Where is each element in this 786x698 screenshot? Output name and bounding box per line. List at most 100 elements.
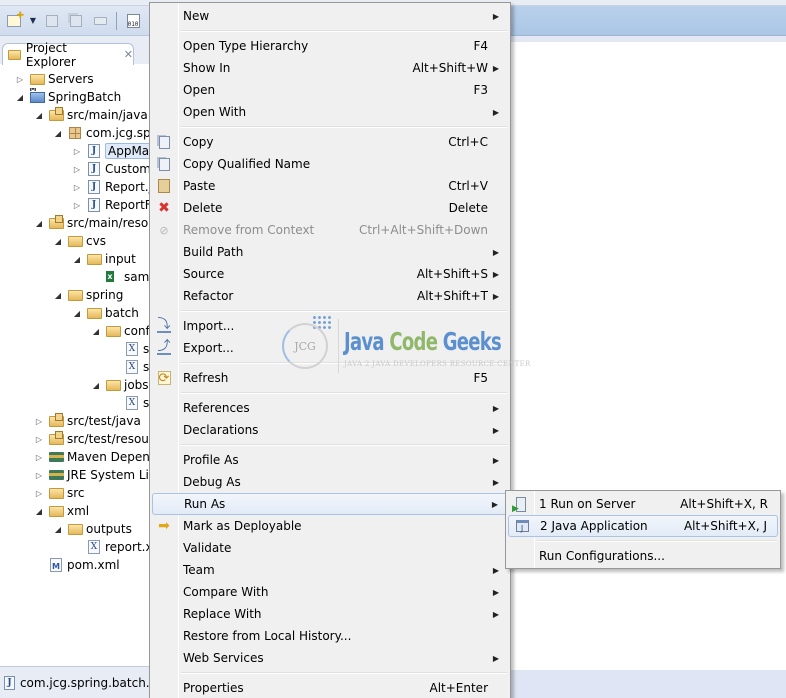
tree-item[interactable]: Mpom.xml <box>33 556 120 574</box>
export-icon-glyph: ⤴ <box>157 339 171 355</box>
tab-project-explorer[interactable]: Project Explorer ✕ <box>2 41 134 69</box>
tree-item[interactable]: ▷ J Custom <box>71 160 151 178</box>
expanded-twisty-icon[interactable]: ◢ <box>52 237 64 246</box>
tree-item[interactable]: ▷ J ReportF <box>71 196 152 214</box>
context-menu-item-copy[interactable]: Copy Ctrl+C <box>152 131 508 153</box>
tree-item[interactable]: ◢ outputs <box>52 520 132 538</box>
context-menu-item-declarations[interactable]: Declarations ▶ <box>152 419 508 441</box>
tree-item[interactable]: ◢ xml <box>33 502 89 520</box>
save-button[interactable] <box>42 11 62 31</box>
tree-item[interactable]: ▷ J Report.j <box>71 178 152 196</box>
expanded-twisty-icon[interactable]: ◢ <box>90 381 102 390</box>
collapsed-twisty-icon[interactable]: ▷ <box>33 489 45 498</box>
collapsed-twisty-icon[interactable]: ▷ <box>33 471 45 480</box>
tree-item[interactable]: Xs <box>109 394 149 412</box>
collapsed-twisty-icon[interactable]: ▷ <box>33 453 45 462</box>
context-menu-item-refactor[interactable]: Refactor Alt+Shift+T ▶ <box>152 285 508 307</box>
collapsed-twisty-icon[interactable]: ▷ <box>71 147 83 156</box>
context-menu-item-copy-qualified-name[interactable]: Copy Qualified Name <box>152 153 508 175</box>
tree-item[interactable]: ◢ cvs <box>52 232 106 250</box>
context-menu-item-run-as[interactable]: Run As ▶ <box>152 493 508 515</box>
expanded-twisty-icon[interactable]: ◢ <box>33 219 45 228</box>
context-menu-item-debug-as[interactable]: Debug As ▶ <box>152 471 508 493</box>
tree-item[interactable]: ▷ Servers <box>14 70 94 88</box>
context-menu-item-import[interactable]: ⤵ Import... <box>152 315 508 337</box>
collapsed-twisty-icon[interactable]: ▷ <box>33 435 45 444</box>
expanded-twisty-icon[interactable]: ◢ <box>14 93 26 102</box>
context-menu-item-compare-with[interactable]: Compare With ▶ <box>152 581 508 603</box>
context-menu-item-delete[interactable]: ✖ Delete Delete <box>152 197 508 219</box>
new-wizard-button[interactable]: ✚ <box>4 11 24 31</box>
tree-item[interactable]: ▷ Maven Depend <box>33 448 158 466</box>
context-menu-item-refresh[interactable]: ⟳ Refresh F5 <box>152 367 508 389</box>
tree-item[interactable]: ◢ com.jcg.spr <box>52 124 156 142</box>
tree-item[interactable]: Xs <box>109 340 149 358</box>
run-as-item-1-run-on-server[interactable]: ▶ 1 Run on Server Alt+Shift+X, R <box>508 493 778 515</box>
menu-item-shortcut: Alt+Enter <box>429 681 488 695</box>
expanded-twisty-icon[interactable]: ◢ <box>71 255 83 264</box>
expanded-twisty-icon[interactable]: ◢ <box>71 309 83 318</box>
context-menu-item-build-path[interactable]: Build Path ▶ <box>152 241 508 263</box>
tree-item[interactable]: Xs <box>109 358 149 376</box>
tree-item[interactable]: ◢ src/main/resou <box>33 214 156 232</box>
context-menu-item-export[interactable]: ⤴ Export... <box>152 337 508 359</box>
tree-item[interactable]: ▷ J AppMai <box>71 142 156 160</box>
expanded-twisty-icon[interactable]: ◢ <box>90 327 102 336</box>
tree-item[interactable]: ▷ src/test/java <box>33 412 141 430</box>
xml-file-icon: X <box>124 341 140 357</box>
context-menu-item-mark-as-deployable[interactable]: ➡ Mark as Deployable <box>152 515 508 537</box>
expanded-twisty-icon[interactable]: ◢ <box>33 507 45 516</box>
tree-item-label: src/test/resourc <box>67 432 161 446</box>
context-menu-item-paste[interactable]: Paste Ctrl+V <box>152 175 508 197</box>
context-menu-item-show-in[interactable]: Show In Alt+Shift+W ▶ <box>152 57 508 79</box>
collapsed-twisty-icon[interactable]: ▷ <box>71 165 83 174</box>
expanded-twisty-icon[interactable]: ◢ <box>52 291 64 300</box>
context-menu-item-open-with[interactable]: Open With ▶ <box>152 101 508 123</box>
run-as-item-run-configurations[interactable]: Run Configurations... <box>508 545 778 567</box>
tree-item[interactable]: ◢ src/main/java <box>33 106 148 124</box>
collapsed-twisty-icon[interactable]: ▷ <box>71 201 83 210</box>
context-menu-item-references[interactable]: References ▶ <box>152 397 508 419</box>
collapsed-twisty-icon[interactable]: ▷ <box>14 75 26 84</box>
tree-item[interactable]: ▷ src <box>33 484 85 502</box>
expanded-twisty-icon[interactable]: ◢ <box>33 111 45 120</box>
run-as-item-2-java-application[interactable]: J 2 Java Application Alt+Shift+X, J <box>508 515 778 537</box>
tree-item[interactable]: ▷ JRE System Libr <box>33 466 161 484</box>
tree-item[interactable]: ▷ src/test/resourc <box>33 430 160 448</box>
submenu-arrow-icon: ▶ <box>492 403 499 413</box>
tree-item-label: com.jcg.spr <box>86 126 156 140</box>
tree-item[interactable]: Xreport.x <box>71 538 153 556</box>
tree-item-label: Custom <box>105 162 151 176</box>
context-menu-item-open[interactable]: Open F3 <box>152 79 508 101</box>
print-button[interactable] <box>90 11 110 31</box>
tree-item[interactable]: ◢ input <box>71 250 136 268</box>
context-menu-item-team[interactable]: Team ▶ <box>152 559 508 581</box>
tree-item-label: SpringBatch <box>48 90 122 104</box>
expanded-twisty-icon[interactable]: ◢ <box>52 129 64 138</box>
tree-item[interactable]: ◢ SpringBatch <box>14 88 121 106</box>
tree-item[interactable]: ◢ jobs <box>90 376 149 394</box>
menu-item-label: Web Services <box>183 651 264 665</box>
context-menu-item-replace-with[interactable]: Replace With ▶ <box>152 603 508 625</box>
context-menu-item-validate[interactable]: Validate <box>152 537 508 559</box>
tree-item[interactable]: ◢ batch <box>71 304 139 322</box>
close-icon[interactable]: ✕ <box>124 48 133 61</box>
save-all-button[interactable] <box>66 11 86 31</box>
collapsed-twisty-icon[interactable]: ▷ <box>71 183 83 192</box>
new-dropdown-button[interactable]: ▼ <box>28 11 38 31</box>
tree-item[interactable]: sam <box>90 268 149 286</box>
submenu-arrow-icon: ▶ <box>492 291 499 301</box>
tree-item[interactable]: ◢ conf <box>90 322 150 340</box>
context-menu-item-new[interactable]: New ▶ <box>152 5 508 27</box>
context-menu-item-source[interactable]: Source Alt+Shift+S ▶ <box>152 263 508 285</box>
tree-item[interactable]: ◢ spring <box>52 286 123 304</box>
context-menu-item-restore-from-local-history[interactable]: Restore from Local History... <box>152 625 508 647</box>
expanded-twisty-icon[interactable]: ◢ <box>52 525 64 534</box>
context-menu-item-profile-as[interactable]: Profile As ▶ <box>152 449 508 471</box>
context-menu-item-open-type-hierarchy[interactable]: Open Type Hierarchy F4 <box>152 35 508 57</box>
collapsed-twisty-icon[interactable]: ▷ <box>33 417 45 426</box>
binary-button[interactable]: 010 <box>123 11 143 31</box>
context-menu-item-web-services[interactable]: Web Services ▶ <box>152 647 508 669</box>
context-menu-item-properties[interactable]: Properties Alt+Enter <box>152 677 508 698</box>
submenu-arrow-icon: ▶ <box>492 455 499 465</box>
